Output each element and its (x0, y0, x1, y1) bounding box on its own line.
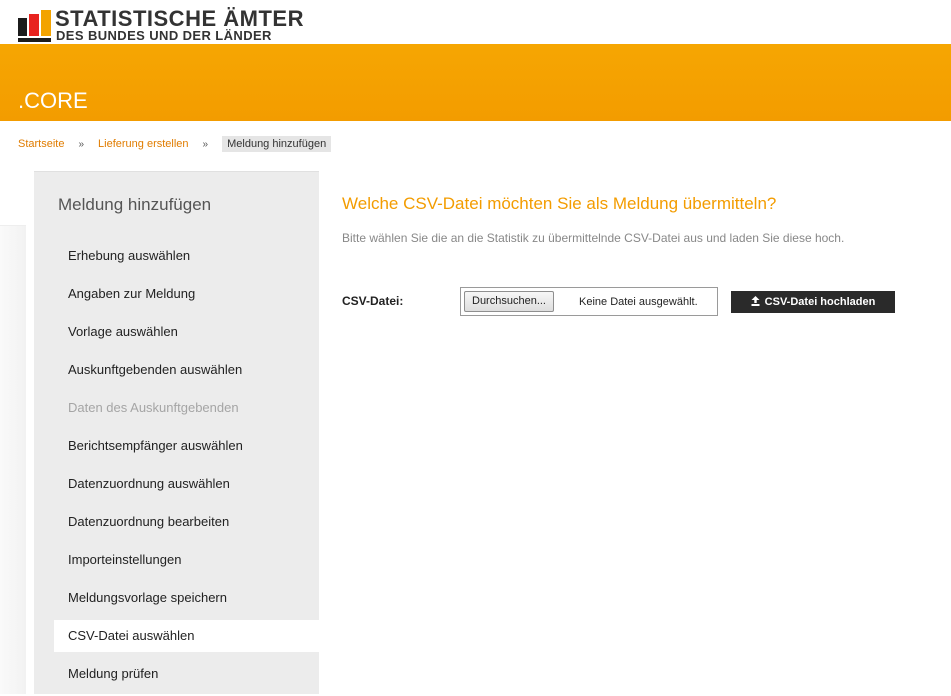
sidebar-item-datenzuordnung-auswaehlen[interactable]: Datenzuordnung auswählen (54, 468, 319, 500)
sidebar-item-erhebung-auswaehlen[interactable]: Erhebung auswählen (54, 240, 319, 272)
sidebar-item-angaben-zur-meldung[interactable]: Angaben zur Meldung (54, 278, 319, 310)
sidebar-item-berichtsempfaenger-auswaehlen[interactable]: Berichtsempfänger auswählen (54, 430, 319, 462)
breadcrumb-separator: » (202, 138, 209, 150)
sidebar-item-csv-datei-auswaehlen[interactable]: CSV-Datei auswählen (54, 620, 319, 652)
upload-csv-button-label: CSV-Datei hochladen (764, 296, 876, 308)
app-title: .CORE (18, 88, 88, 113)
sidebar-item-datenzuordnung-bearbeiten[interactable]: Datenzuordnung bearbeiten (54, 506, 319, 538)
upload-csv-button[interactable]: CSV-Datei hochladen (731, 291, 895, 313)
sidebar-item-auskunftgebenden-auswaehlen[interactable]: Auskunftgebenden auswählen (54, 354, 319, 386)
breadcrumb-startseite[interactable]: Startseite (18, 138, 64, 150)
sidebar: Meldung hinzufügen Erhebung auswählen An… (34, 171, 319, 694)
sidebar-title: Meldung hinzufügen (58, 195, 212, 214)
sidebar-shadow (0, 225, 26, 694)
breadcrumb-current: Meldung hinzufügen (222, 136, 332, 152)
sidebar-item-importeinstellungen[interactable]: Importeinstellungen (54, 544, 319, 576)
logo-text-line2: DES BUNDES UND DER LÄNDER (56, 28, 272, 43)
sidebar-item-daten-des-auskunftgebenden: Daten des Auskunftgebenden (68, 400, 239, 415)
sidebar-item-meldung-pruefen[interactable]: Meldung prüfen (54, 658, 319, 690)
csv-file-label: CSV-Datei: (342, 294, 404, 308)
no-file-selected-text: Keine Datei ausgewählt. (579, 296, 698, 308)
sidebar-steps: Erhebung auswählen Angaben zur Meldung V… (54, 240, 319, 696)
header-banner: .CORE (0, 44, 951, 121)
browse-button[interactable]: Durchsuchen... (464, 291, 554, 312)
breadcrumb: Startseite » Lieferung erstellen » Meldu… (18, 136, 332, 152)
sidebar-item-meldungsvorlage-speichern[interactable]: Meldungsvorlage speichern (54, 582, 319, 614)
upload-icon (751, 291, 760, 313)
breadcrumb-separator: » (78, 138, 85, 150)
breadcrumb-lieferung-erstellen[interactable]: Lieferung erstellen (98, 138, 189, 150)
page-description: Bitte wählen Sie die an die Statistik zu… (342, 231, 845, 245)
csv-file-input[interactable]: Durchsuchen... Keine Datei ausgewählt. (460, 287, 718, 316)
page-title: Welche CSV-Datei möchten Sie als Meldung… (342, 194, 777, 213)
sidebar-item-vorlage-auswaehlen[interactable]: Vorlage auswählen (54, 316, 319, 348)
